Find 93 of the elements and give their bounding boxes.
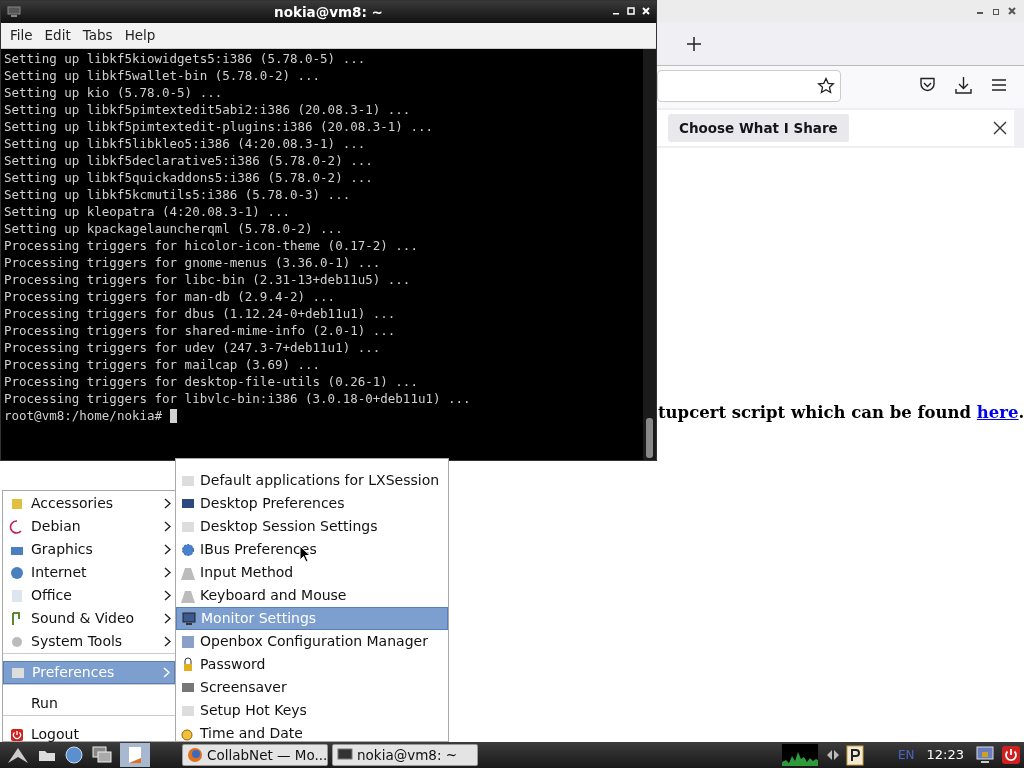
menu-item[interactable]: Sound & Video	[3, 607, 175, 630]
terminal-line: Processing triggers for udev (247.3-7+deb11u1) ...	[4, 339, 382, 356]
settings-item-icon	[181, 610, 197, 627]
cpu-graph-icon	[781, 744, 818, 766]
text-cursor	[170, 408, 178, 423]
menu-item[interactable]: Office	[3, 584, 175, 607]
menu-item[interactable]: Time and Date	[176, 722, 448, 741]
menu-item[interactable]: Logout	[3, 723, 175, 746]
document-icon	[127, 746, 143, 764]
menu-item[interactable]: IBus Preferences	[176, 538, 448, 561]
menu-item[interactable]: File	[4, 25, 39, 46]
choose-what-i-share-button[interactable]: Choose What I Share	[668, 114, 849, 142]
terminal-line: Processing triggers for desktop-file-utils (0.26-1) ...	[4, 373, 419, 390]
chevron-right-icon	[164, 498, 171, 509]
terminal-line: Setting up kpackagelauncherqml (5.78.0-2) ...	[4, 220, 344, 237]
menu-item[interactable]: Run	[3, 692, 175, 715]
chevron-right-icon	[164, 567, 171, 578]
menu-item[interactable]: Password	[176, 653, 448, 676]
scrollbar-thumb[interactable]	[646, 418, 653, 458]
chevron-right-icon	[164, 613, 171, 624]
menu-item[interactable]: Setup Hot Keys	[176, 699, 448, 722]
chevron-right-icon	[164, 521, 171, 532]
chevron-right-icon	[164, 636, 171, 647]
terminal-line: Setting up libkf5kiowidgets5:i386 (5.78.0-5) ...	[4, 50, 367, 67]
category-icon	[9, 564, 25, 581]
terminal-line: Setting up libkf5kcmutils5:i386 (5.78.0-3) ...	[4, 186, 352, 203]
terminal-line: Setting up libkf5wallet-bin (5.78.0-2) ...	[4, 67, 322, 84]
window-title: nokia@vm8: ~	[274, 2, 383, 22]
power-icon[interactable]	[1002, 746, 1020, 764]
star-icon[interactable]	[817, 77, 835, 95]
address-field[interactable]	[657, 70, 841, 102]
windows-icon[interactable]	[92, 746, 112, 764]
terminal-line: Setting up libkf5pimtextedit5abi2:i386 (20.08.3-1) ...	[4, 101, 412, 118]
terminal-line: Setting up libkf5libkleo5:i386 (4:20.08.3-1) ...	[4, 135, 367, 152]
globe-icon	[187, 747, 203, 763]
terminal-prompt: root@vm8:/home/nokia#	[4, 407, 163, 424]
terminal-line: Processing triggers for dbus (1.12.24-0+deb11u1) ...	[4, 305, 397, 322]
taskbar-button[interactable]: nokia@vm8: ~	[332, 744, 478, 766]
close-icon[interactable]	[993, 121, 1007, 135]
scrollbar[interactable]	[643, 49, 656, 460]
clipboard-icon[interactable]	[845, 744, 864, 766]
chevron-right-icon	[164, 544, 171, 555]
terminal-icon	[337, 748, 353, 762]
taskbar-button[interactable]: CollabNet — Mo...	[182, 744, 328, 766]
menu-item[interactable]: Screensaver	[176, 676, 448, 699]
terminal-line: Processing triggers for libvlc-bin:i386 (3.0.18-0+deb11u1) ...	[4, 390, 472, 407]
terminal-line: Processing triggers for mailcap (3.69) ...	[4, 356, 322, 373]
arrows-icon[interactable]	[825, 749, 840, 761]
globe-icon[interactable]	[64, 745, 84, 765]
menu-item[interactable]: Keyboard and Mouse	[176, 584, 448, 607]
menu-item[interactable]: Graphics	[3, 538, 175, 561]
terminal-line: Processing triggers for hicolor-icon-theme (0.17-2) ...	[4, 237, 419, 254]
settings-item-icon	[180, 633, 196, 650]
download-icon[interactable]	[955, 76, 972, 94]
menu-item[interactable]: System Tools	[3, 630, 175, 653]
terminal-line: Processing triggers for libc-bin (2.31-13+deb11u5) ...	[4, 271, 412, 288]
page-text: tupcert script which can be found here.	[658, 402, 1024, 424]
here-link[interactable]: here	[976, 403, 1019, 422]
terminal-line: Setting up libkf5pimtextedit-plugins:i386 (20.08.3-1) ...	[4, 118, 434, 135]
terminal-line: Setting up libkf5declarative5:i386 (5.78.0-2) ...	[4, 152, 374, 169]
menu-item[interactable]: Input Method	[176, 561, 448, 584]
menu-item[interactable]: Desktop Preferences	[176, 492, 448, 515]
menu-item[interactable]: Openbox Configuration Manager	[176, 630, 448, 653]
menu-item[interactable]: Edit	[38, 25, 77, 46]
terminal-line: Setting up libkf5quickaddons5:i386 (5.78.0-2) ...	[4, 169, 374, 186]
maximize-icon[interactable]	[627, 7, 635, 15]
chevron-right-icon	[163, 667, 170, 678]
terminal-line: Processing triggers for gnome-menus (3.36.0-1) ...	[4, 254, 382, 271]
restore-icon[interactable]	[992, 7, 1000, 15]
clock[interactable]: 12:23	[926, 745, 964, 765]
new-tab-icon[interactable]	[687, 37, 701, 51]
menu-item[interactable]: Default applications for LXSession	[176, 469, 448, 492]
terminal-line: Processing triggers for shared-mime-info (2.0-1) ...	[4, 322, 397, 339]
terminal-line: Setting up kleopatra (4:20.08.3-1) ...	[4, 203, 291, 220]
category-icon	[9, 518, 25, 535]
menu-item[interactable]: Desktop Session Settings	[176, 515, 448, 538]
terminal-line: Processing triggers for man-db (2.9.4-2) ...	[4, 288, 337, 305]
folder-icon[interactable]	[38, 748, 56, 762]
pocket-icon[interactable]	[919, 77, 936, 93]
browser-launcher[interactable]	[120, 743, 150, 767]
settings-item-icon	[180, 541, 196, 558]
category-icon	[9, 587, 25, 604]
menu-item[interactable]: Tabs	[76, 25, 119, 46]
lock-screen-icon[interactable]	[976, 745, 994, 765]
close-icon[interactable]	[1008, 7, 1016, 15]
menu-icon[interactable]	[991, 78, 1007, 92]
terminal-icon	[7, 6, 21, 18]
menu-item[interactable]: Accessories	[3, 492, 175, 515]
terminal-line: Setting up kio (5.78.0-5) ...	[4, 84, 224, 101]
menu-item[interactable]: Internet	[3, 561, 175, 584]
menu-item[interactable]: Debian	[3, 515, 175, 538]
menu-item[interactable]: Help	[118, 25, 162, 46]
chevron-right-icon	[164, 590, 171, 601]
